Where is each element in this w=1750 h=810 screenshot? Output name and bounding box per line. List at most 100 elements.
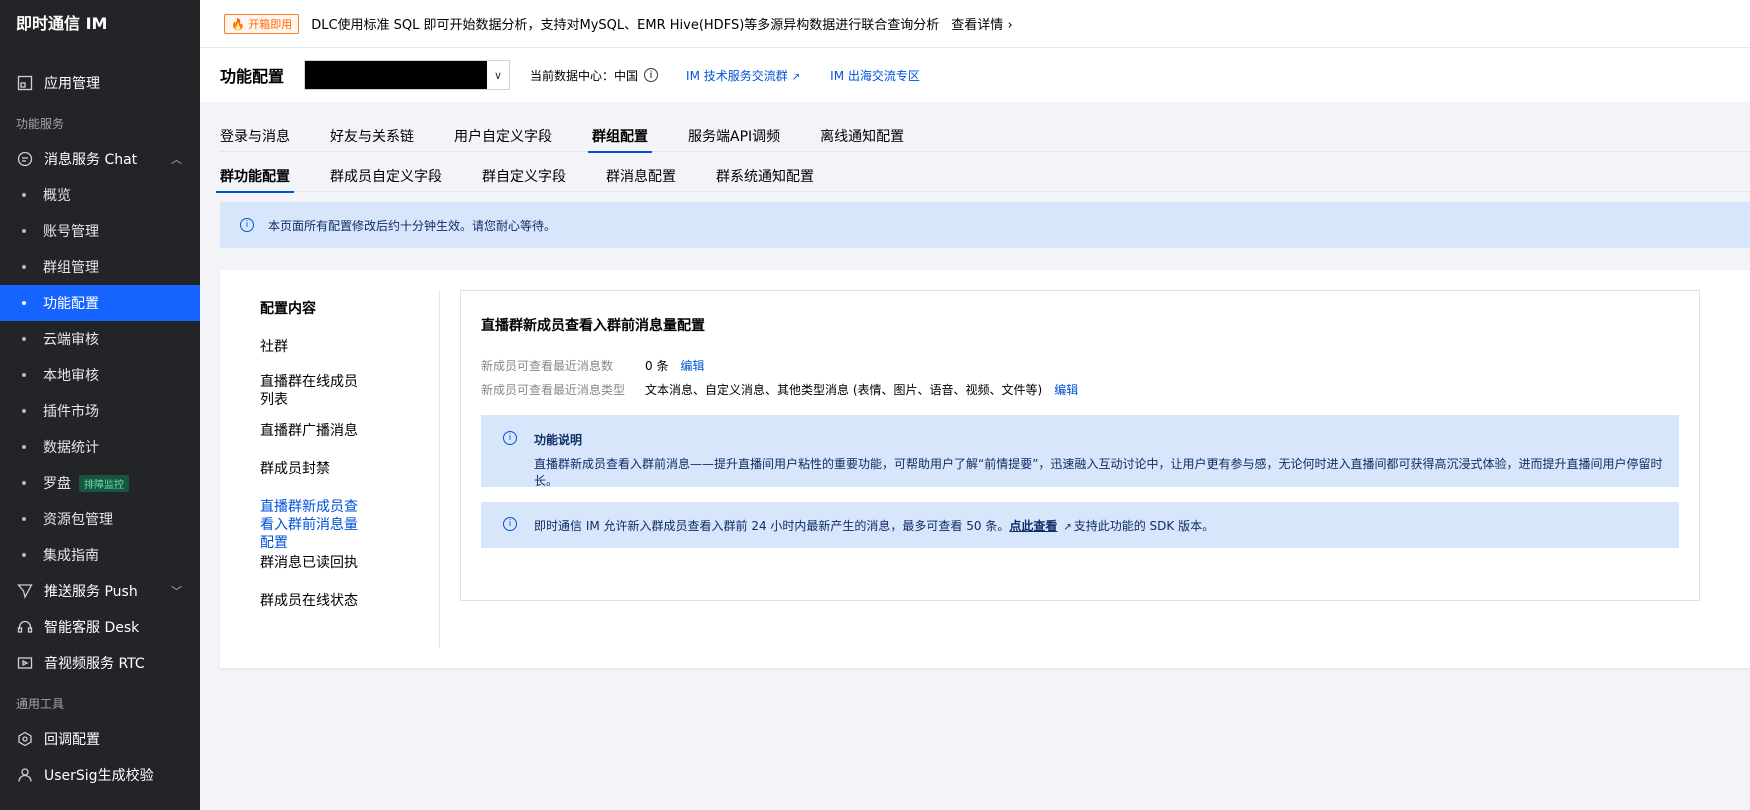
sidebar-item-label: 推送服务 Push: [44, 584, 138, 600]
sidebar-item-push[interactable]: 推送服务 Push ﹀: [0, 573, 200, 609]
config-row-types: 新成员可查看最近消息类型 文本消息、自定义消息、其他类型消息 (表情、图片、语音…: [481, 381, 1078, 398]
external-link-icon: ↗: [1063, 522, 1072, 533]
send-icon: [16, 582, 34, 600]
feature-description-text: 直播群新成员查看入群前消息——提升直播间用户粘性的重要功能，可帮助用户了解“前情…: [534, 457, 1663, 488]
edit-count-button[interactable]: 编辑: [680, 357, 704, 374]
info-icon: i: [503, 517, 517, 531]
chevron-down-icon: ﹀: [171, 585, 182, 598]
sidebar-item-label: 云端审核: [43, 332, 99, 348]
info-icon[interactable]: i: [644, 68, 659, 82]
sidebar-item-account[interactable]: 账号管理: [0, 213, 200, 249]
subtab-system-notify[interactable]: 群系统通知配置: [716, 162, 814, 192]
banner-detail-link[interactable]: 查看详情 ›: [951, 14, 1012, 33]
config-panel: 直播群新成员查看入群前消息量配置 新成员可查看最近消息数 0 条 编辑 新成员可…: [460, 290, 1700, 601]
bullet-icon: [22, 193, 26, 197]
datacenter-label-text: 当前数据中心：: [530, 68, 615, 83]
row-label: 新成员可查看最近消息类型: [481, 383, 626, 397]
user-icon: [16, 766, 34, 784]
subtab-member-fields[interactable]: 群成员自定义字段: [330, 162, 442, 192]
compass-badge: 排障监控: [79, 474, 129, 492]
sidebar-item-label: 智能客服 Desk: [44, 620, 140, 636]
divider: [439, 290, 440, 648]
sidebar-item-chat[interactable]: 消息服务 Chat ︿: [0, 141, 200, 177]
sidebar-item-label: UserSig生成校验: [44, 768, 154, 784]
tab-server-api[interactable]: 服务端API调频: [688, 122, 780, 152]
sdk-version-link[interactable]: 点此查看: [1009, 519, 1057, 533]
sidebar-item-label: 群组管理: [43, 260, 99, 276]
sidebar-item-guide[interactable]: 集成指南: [0, 537, 200, 573]
nav-item-read-receipt[interactable]: 群消息已读回执: [260, 554, 370, 572]
nav-item-broadcast[interactable]: 直播群广播消息: [260, 422, 370, 440]
sidebar-item-label: 回调配置: [44, 732, 100, 748]
tab-offline-push[interactable]: 离线通知配置: [820, 122, 904, 152]
top-banner: 🔥 开箱即用 DLC使用标准 SQL 即可开始数据分析，支持对MySQL、EMR…: [200, 0, 1750, 48]
config-nav-title: 配置内容: [260, 301, 316, 317]
subtab-group-features[interactable]: 群功能配置: [216, 162, 294, 193]
promo-tag: 🔥 开箱即用: [224, 13, 300, 34]
sdk-version-note: i 即时通信 IM 允许新入群成员查看入群前 24 小时内最新产生的消息，最多可…: [481, 502, 1679, 548]
sidebar-section-features: 功能服务: [16, 117, 65, 131]
tech-group-link[interactable]: IM 技术服务交流群 ↗: [686, 67, 800, 84]
page-title: 功能配置: [220, 67, 285, 86]
hexagon-icon: [16, 730, 34, 748]
sidebar-item-overview[interactable]: 概览: [0, 177, 200, 213]
nav-item-history-msg[interactable]: 直播群新成员查看入群前消息量配置: [260, 498, 370, 552]
nav-item-member-ban[interactable]: 群成员封禁: [260, 460, 370, 478]
bullet-icon: [22, 553, 26, 557]
bullet-icon: [22, 229, 26, 233]
tech-group-link-label: IM 技术服务交流群: [686, 68, 788, 83]
sidebar-item-desk[interactable]: 智能客服 Desk: [0, 609, 200, 645]
sidebar-item-label: 数据统计: [43, 440, 99, 456]
sidebar-item-group[interactable]: 群组管理: [0, 249, 200, 285]
page-header: 功能配置 ∨ 当前数据中心：中国 i IM 技术服务交流群 ↗ IM 出海交流专区: [200, 48, 1750, 102]
sidebar-item-feature-config[interactable]: 功能配置: [0, 285, 200, 321]
sidebar-item-compass[interactable]: 罗盘 排障监控: [0, 465, 200, 501]
nav-item-online-status[interactable]: 群成员在线状态: [260, 592, 370, 610]
sidebar-item-cloud-audit[interactable]: 云端审核: [0, 321, 200, 357]
sidebar-item-label: 本地审核: [43, 368, 99, 384]
chat-icon: [16, 150, 34, 168]
sidebar-item-label: 罗盘: [43, 476, 71, 492]
config-card: 配置内容 社群 直播群在线成员列表 直播群广播消息 群成员封禁 直播群新成员查看…: [220, 270, 1750, 668]
chevron-down-icon: ∨: [493, 68, 503, 82]
tab-login-message[interactable]: 登录与消息: [220, 122, 290, 152]
sidebar-item-label: 账号管理: [43, 224, 99, 240]
tab-friends[interactable]: 好友与关系链: [330, 122, 414, 152]
banner-detail-label: 查看详情: [951, 18, 1004, 33]
sidebar-item-label: 资源包管理: [43, 512, 113, 528]
tab-user-fields[interactable]: 用户自定义字段: [454, 122, 552, 152]
sidebar-item-resource-pack[interactable]: 资源包管理: [0, 501, 200, 537]
sidebar-item-label: 音视频服务 RTC: [44, 656, 145, 672]
external-link-icon: ↗: [791, 71, 801, 83]
info-icon: i: [503, 431, 517, 445]
datacenter-value: 中国: [614, 68, 639, 83]
row-value: 0 条: [645, 359, 669, 373]
sidebar-item-label: 概览: [43, 188, 71, 204]
subtab-group-message[interactable]: 群消息配置: [606, 162, 676, 192]
sidebar-item-label: 消息服务 Chat: [44, 152, 138, 168]
sidebar-item-usersig[interactable]: UserSig生成校验: [0, 757, 200, 793]
edit-types-button[interactable]: 编辑: [1054, 381, 1078, 398]
bullet-icon: [22, 373, 26, 377]
tab-group-config[interactable]: 群组配置: [588, 122, 652, 153]
sidebar-item-callback[interactable]: 回调配置: [0, 721, 200, 757]
nav-item-community[interactable]: 社群: [260, 338, 370, 356]
bullet-icon: [22, 337, 26, 341]
sidebar-item-plugin-market[interactable]: 插件市场: [0, 393, 200, 429]
promo-tag-label: 开箱即用: [248, 17, 293, 31]
sidebar-item-statistics[interactable]: 数据统计: [0, 429, 200, 465]
sdk-note-text: 即时通信 IM 允许新入群成员查看入群前 24 小时内最新产生的消息，最多可查看…: [534, 517, 1214, 534]
sidebar-item-rtc[interactable]: 音视频服务 RTC: [0, 645, 200, 681]
panel-title: 直播群新成员查看入群前消息量配置: [481, 318, 705, 334]
sidebar-item-app-manage[interactable]: 应用管理: [0, 65, 200, 101]
app-selector[interactable]: ∨: [304, 60, 511, 90]
datacenter-label: 当前数据中心：中国: [530, 67, 638, 84]
chevron-up-icon: ︿: [171, 153, 182, 166]
nav-item-online-members[interactable]: 直播群在线成员列表: [260, 373, 370, 409]
sidebar-item-local-audit[interactable]: 本地审核: [0, 357, 200, 393]
subtab-group-fields[interactable]: 群自定义字段: [482, 162, 566, 192]
feature-description-title: 功能说明: [534, 433, 583, 447]
overseas-link[interactable]: IM 出海交流专区: [830, 67, 920, 84]
sidebar-item-label: 功能配置: [43, 296, 99, 312]
sidebar-section-tools: 通用工具: [16, 697, 65, 711]
